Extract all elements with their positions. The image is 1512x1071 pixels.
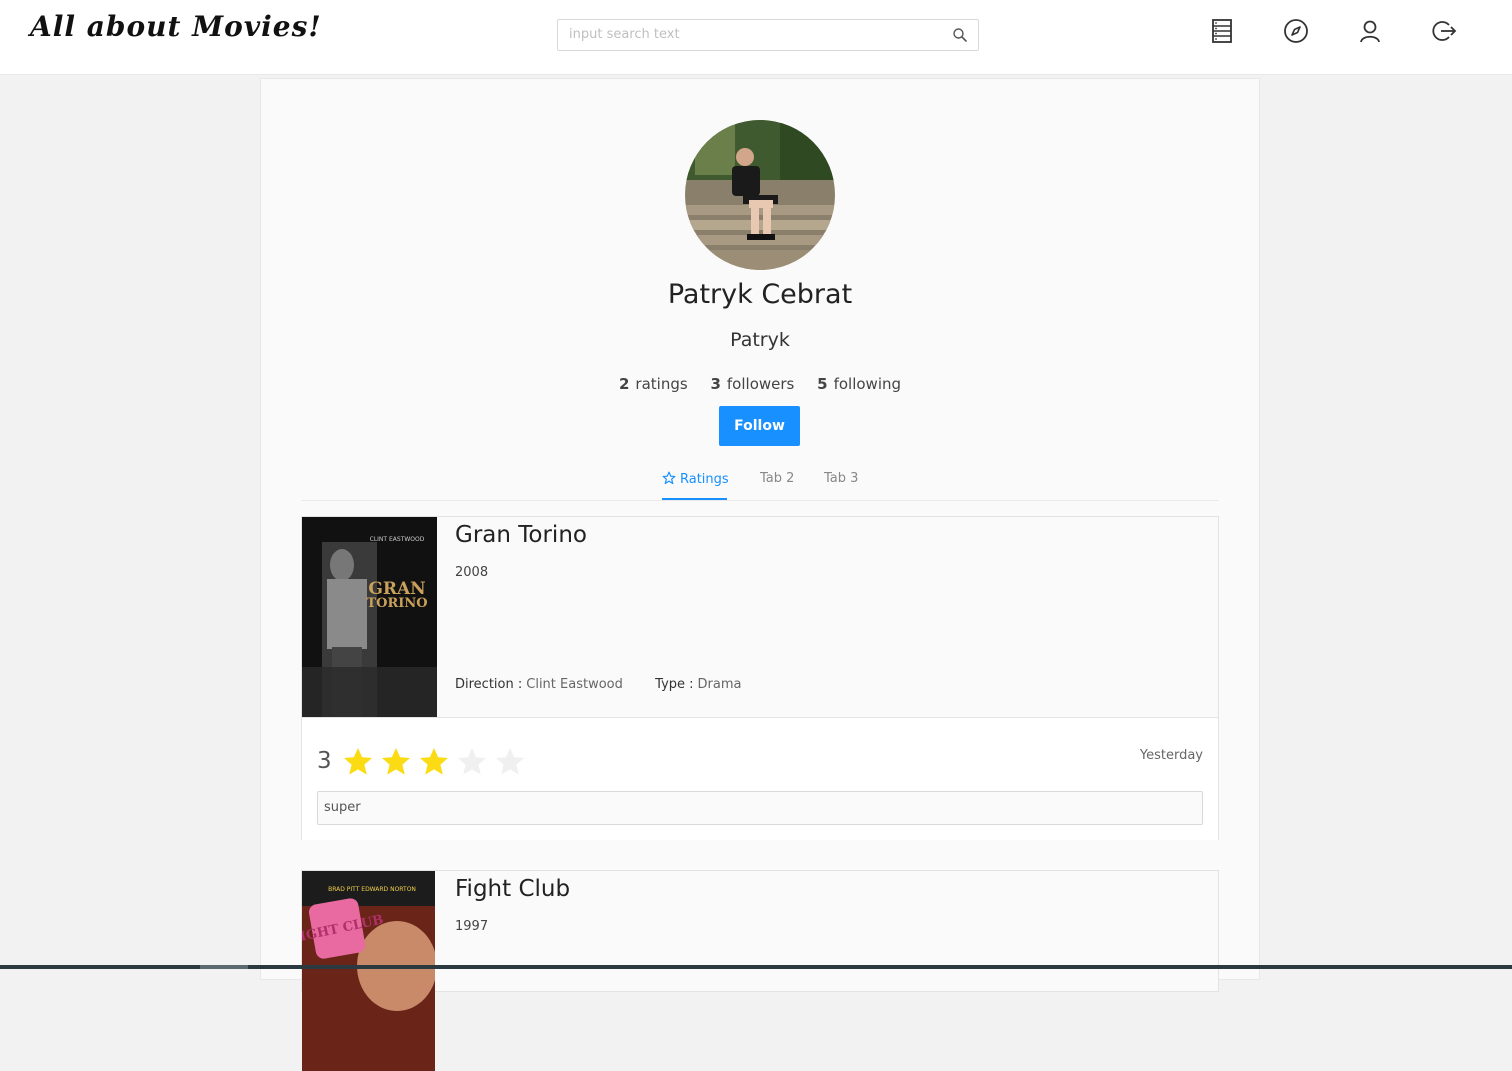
profile-nickname: Patryk [730,329,790,351]
logout-icon[interactable] [1430,17,1458,45]
profile-tabs: Ratings Tab 2 Tab 3 [301,463,1219,501]
horizontal-scrollbar[interactable] [0,965,1512,969]
poster-text: TORINO [366,596,427,611]
tab-ratings[interactable]: Ratings [662,471,729,487]
movie-meta: Direction : Clint Eastwood Type : Drama [455,677,742,692]
movie-summary[interactable]: CLINT EASTWOOD GRAN TORINO Gran Torino 2… [302,517,1218,717]
rating-value: 3 [317,748,332,774]
rating-area: 3 Yesterday super [302,717,1218,840]
star-filled-icon[interactable] [380,746,412,778]
profile-name: Patryk Cebrat [667,279,853,310]
search-input[interactable] [558,20,960,48]
profile-stats: 2 ratings 3 followers 5 following [261,375,1259,393]
star-empty-icon[interactable] [456,746,488,778]
stat-followers[interactable]: 3 followers [710,375,794,393]
poster-text: BRAD PITT EDWARD NORTON [328,886,416,893]
star-filled-icon[interactable] [342,746,374,778]
tab-3[interactable]: Tab 3 [824,471,858,486]
rating-comment[interactable]: super [317,791,1203,825]
rating-card: BRAD PITT EDWARD NORTON FIGHT CLUB Fight… [301,870,1219,1071]
movie-title[interactable]: Gran Torino [455,522,587,548]
star-filled-icon[interactable] [418,746,450,778]
star-outline-icon [662,471,676,485]
active-tab-indicator [662,498,727,500]
movie-title[interactable]: Fight Club [455,876,570,902]
movie-summary[interactable]: BRAD PITT EDWARD NORTON FIGHT CLUB Fight… [302,871,1218,1071]
movie-poster[interactable]: CLINT EASTWOOD GRAN TORINO [302,517,437,717]
search-box[interactable] [557,19,979,51]
top-header: All about Movies! [0,0,1512,75]
rating-card: CLINT EASTWOOD GRAN TORINO Gran Torino 2… [301,516,1219,840]
scrollbar-thumb[interactable] [200,965,248,969]
avatar [685,120,835,270]
movie-director: Clint Eastwood [526,677,623,692]
list-icon[interactable] [1208,17,1236,45]
site-logo[interactable]: All about Movies! [30,10,322,43]
movie-type: Drama [697,677,742,692]
stat-ratings[interactable]: 2 ratings [619,375,688,393]
stat-following[interactable]: 5 following [817,375,901,393]
profile-panel: Patryk Cebrat Patryk 2 ratings 3 followers… [260,78,1260,1071]
movie-year: 1997 [455,919,489,934]
user-icon[interactable] [1356,17,1384,45]
movie-poster[interactable]: BRAD PITT EDWARD NORTON FIGHT CLUB [302,871,435,1071]
star-empty-icon[interactable] [494,746,526,778]
search-icon[interactable] [952,27,968,43]
compass-icon[interactable] [1282,17,1310,45]
star-rating[interactable] [342,746,532,778]
rating-date: Yesterday [1139,748,1203,763]
follow-button[interactable]: Follow [719,406,800,446]
movie-year: 2008 [455,565,489,580]
tab-2[interactable]: Tab 2 [760,471,794,486]
poster-text: CLINT EASTWOOD [370,536,425,543]
